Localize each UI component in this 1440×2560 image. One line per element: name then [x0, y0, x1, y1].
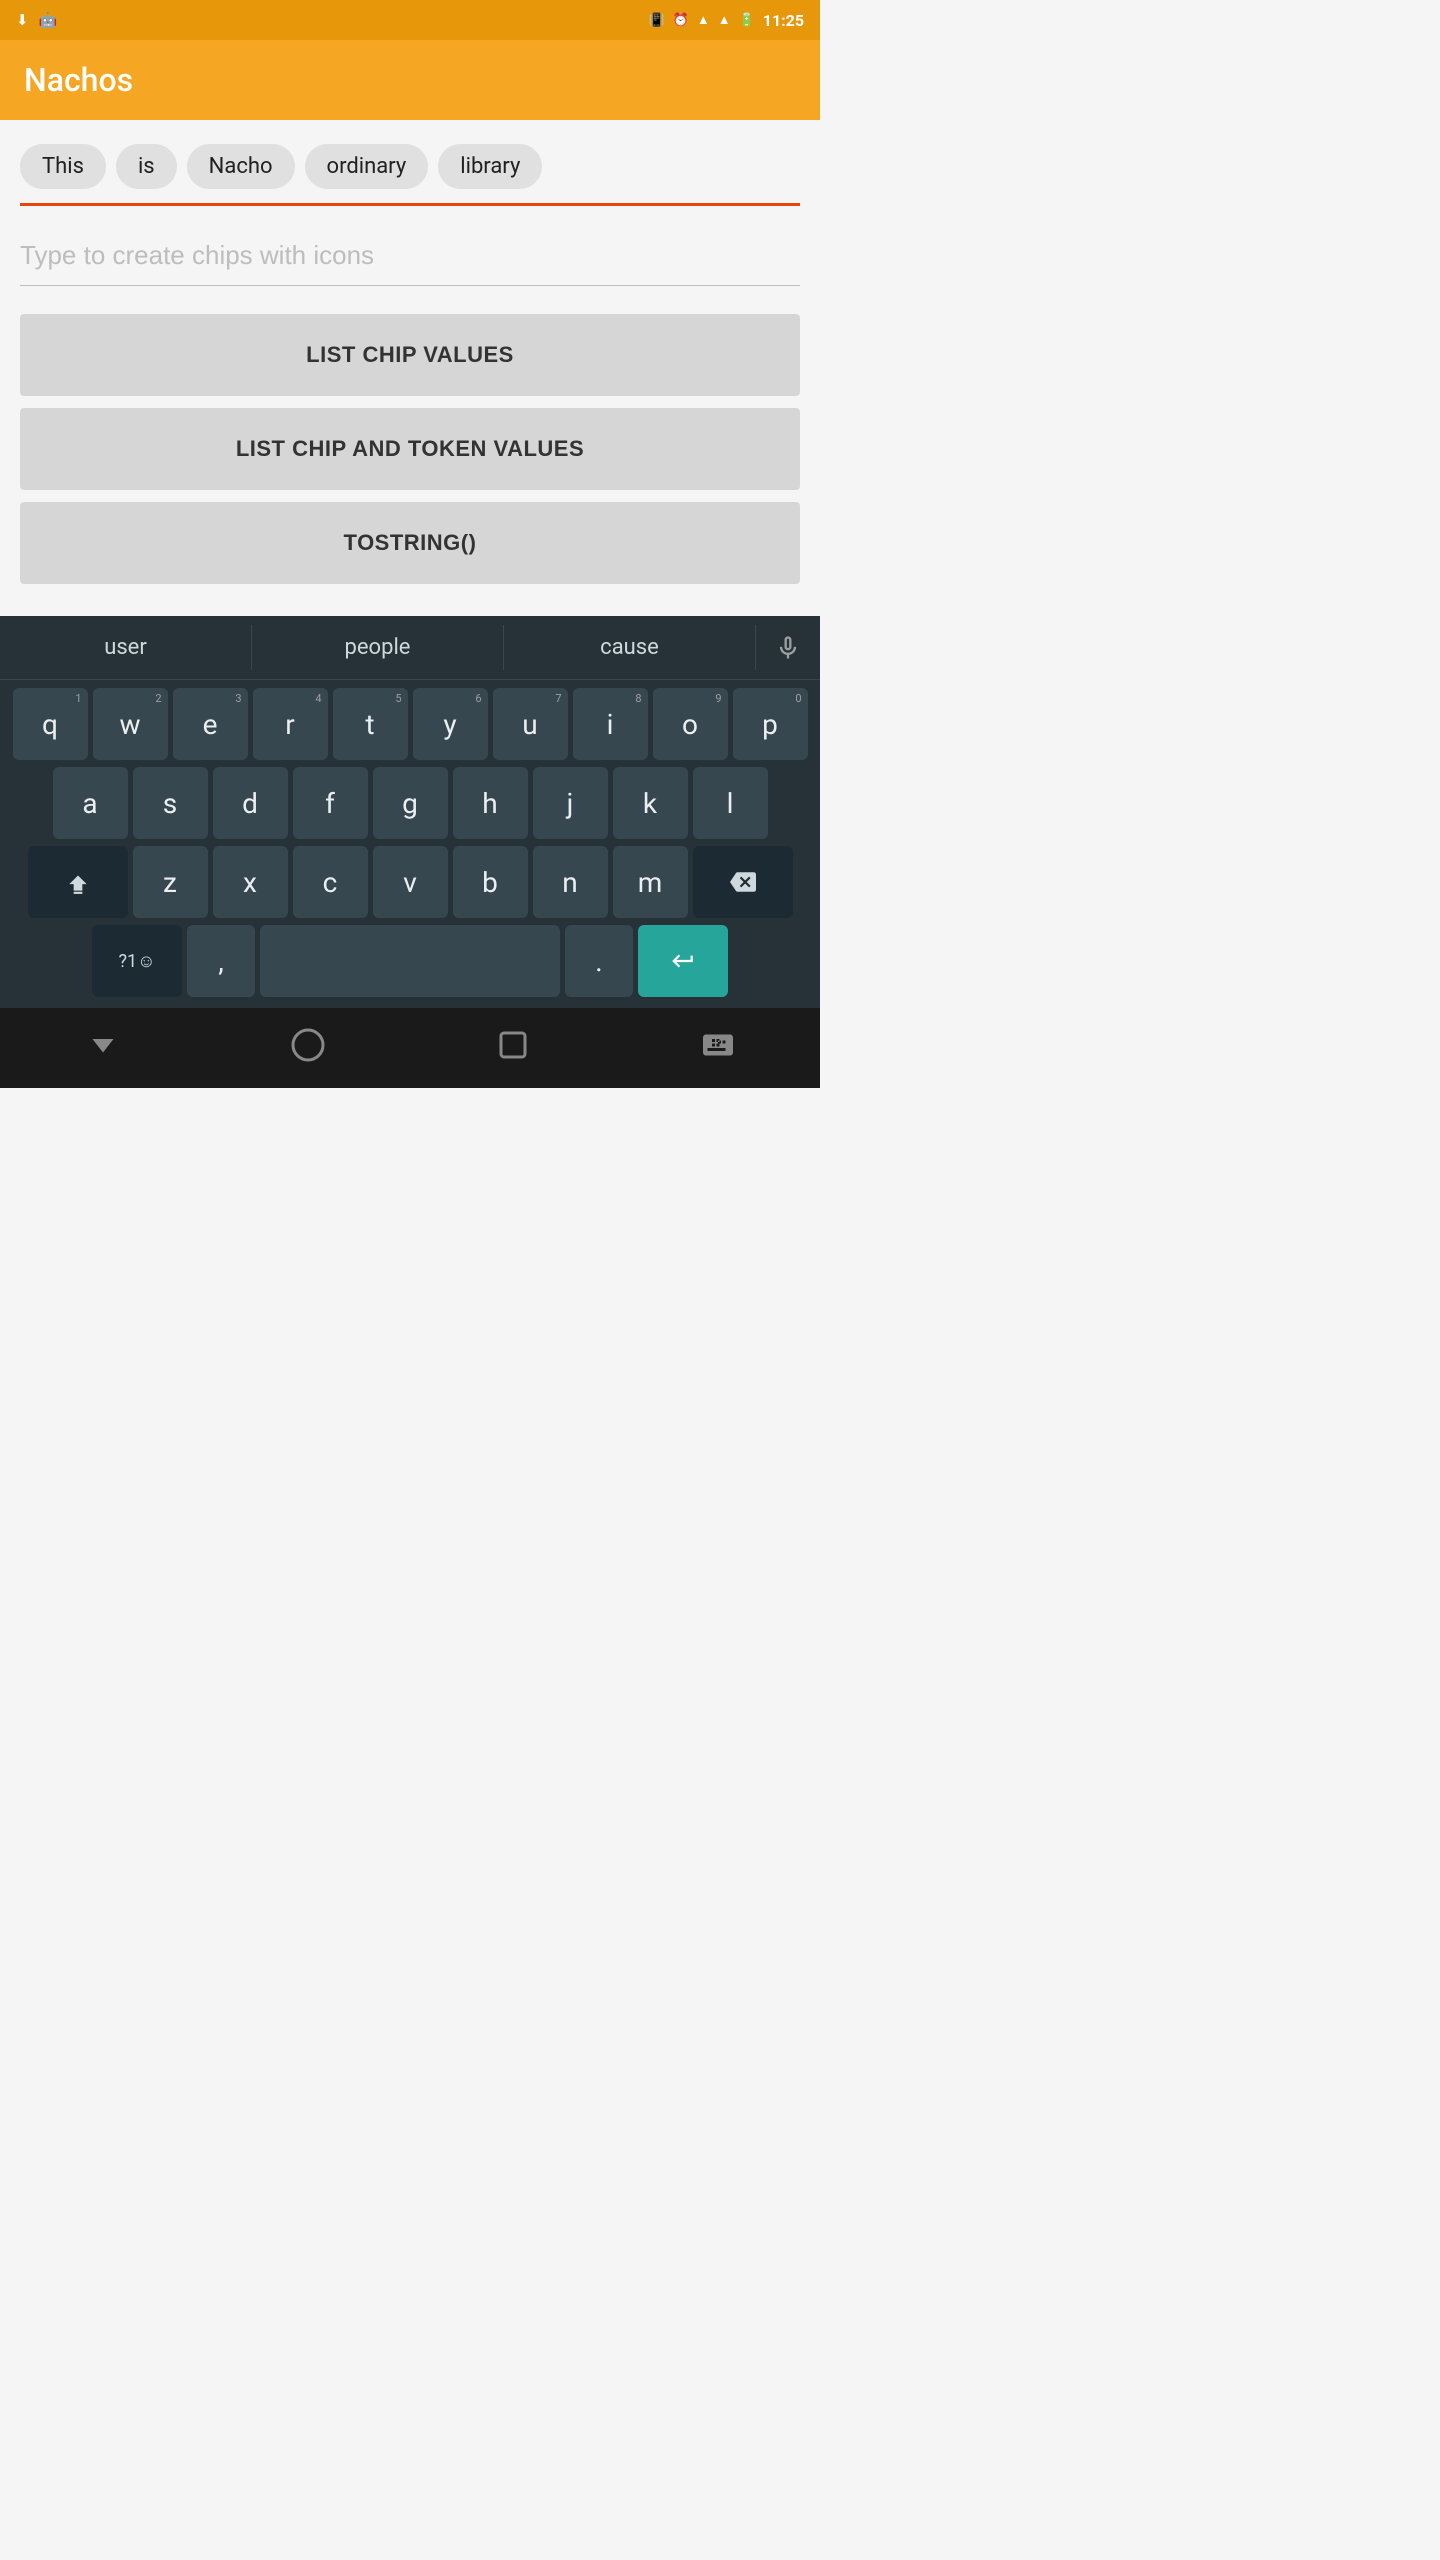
app-title: Nachos	[24, 61, 133, 99]
home-nav-button[interactable]	[290, 1027, 326, 1070]
content-area: This is Nacho ordinary library LIST CHIP…	[0, 120, 820, 616]
chip-this[interactable]: This	[20, 144, 106, 189]
key-r[interactable]: 4r	[253, 688, 328, 760]
status-bar-left: ⬇ 🤖	[16, 11, 57, 29]
app-bar: Nachos	[0, 40, 820, 120]
key-a[interactable]: a	[53, 767, 128, 839]
chip-library[interactable]: library	[438, 144, 542, 189]
key-n[interactable]: n	[533, 846, 608, 918]
keyboard-nav-button[interactable]	[700, 1027, 736, 1070]
suggestion-cause[interactable]: cause	[504, 625, 756, 670]
key-d[interactable]: d	[213, 767, 288, 839]
status-time: 11:25	[763, 11, 804, 30]
battery-icon: 🔋	[739, 13, 755, 28]
space-key[interactable]	[260, 925, 560, 997]
signal-icon: ▲	[718, 12, 731, 28]
input-section	[20, 234, 800, 286]
key-y[interactable]: 6y	[413, 688, 488, 760]
wifi-icon: ▲	[697, 12, 710, 28]
key-rows: 1q 2w 3e 4r 5t 6y 7u 8i 9o 0p a s d f g …	[0, 680, 820, 1008]
key-m[interactable]: m	[613, 846, 688, 918]
key-i[interactable]: 8i	[573, 688, 648, 760]
key-row-1: 1q 2w 3e 4r 5t 6y 7u 8i 9o 0p	[4, 688, 816, 760]
shift-key[interactable]	[28, 846, 128, 918]
chip-input[interactable]	[20, 234, 800, 277]
key-h[interactable]: h	[453, 767, 528, 839]
key-o[interactable]: 9o	[653, 688, 728, 760]
keyboard-suggestions-row: user people cause	[0, 616, 820, 680]
vibrate-icon: 📳	[648, 13, 664, 28]
comma-key[interactable]: ,	[187, 925, 255, 997]
key-w[interactable]: 2w	[93, 688, 168, 760]
key-l[interactable]: l	[693, 767, 768, 839]
backspace-key[interactable]	[693, 846, 793, 918]
keyboard: user people cause 1q 2w 3e 4r 5t 6y 7u 8…	[0, 616, 820, 1008]
key-p[interactable]: 0p	[733, 688, 808, 760]
suggestion-people[interactable]: people	[252, 625, 504, 670]
android-icon: 🤖	[39, 11, 58, 29]
key-s[interactable]: s	[133, 767, 208, 839]
period-key[interactable]: .	[565, 925, 633, 997]
suggestion-user[interactable]: user	[0, 625, 252, 670]
chip-ordinary[interactable]: ordinary	[305, 144, 429, 189]
key-z[interactable]: z	[133, 846, 208, 918]
chips-row: This is Nacho ordinary library	[20, 144, 800, 206]
mic-button[interactable]	[756, 634, 820, 662]
enter-key[interactable]	[638, 925, 728, 997]
key-b[interactable]: b	[453, 846, 528, 918]
key-t[interactable]: 5t	[333, 688, 408, 760]
key-g[interactable]: g	[373, 767, 448, 839]
key-f[interactable]: f	[293, 767, 368, 839]
key-c[interactable]: c	[293, 846, 368, 918]
recent-nav-button[interactable]	[495, 1027, 531, 1070]
key-x[interactable]: x	[213, 846, 288, 918]
back-nav-button[interactable]	[85, 1027, 121, 1070]
key-row-3: z x c v b n m	[4, 846, 816, 918]
chip-is[interactable]: is	[116, 144, 177, 189]
chip-nacho[interactable]: Nacho	[187, 144, 295, 189]
list-chip-values-button[interactable]: LIST CHIP VALUES	[20, 314, 800, 396]
key-e[interactable]: 3e	[173, 688, 248, 760]
key-q[interactable]: 1q	[13, 688, 88, 760]
status-bar-right: 📳 ⏰ ▲ ▲ 🔋 11:25	[648, 11, 804, 30]
key-j[interactable]: j	[533, 767, 608, 839]
list-chip-token-values-button[interactable]: LIST CHIP AND TOKEN VALUES	[20, 408, 800, 490]
key-u[interactable]: 7u	[493, 688, 568, 760]
key-row-2: a s d f g h j k l	[4, 767, 816, 839]
tostring-button[interactable]: TOSTRING()	[20, 502, 800, 584]
key-k[interactable]: k	[613, 767, 688, 839]
download-icon: ⬇	[16, 11, 29, 29]
status-bar: ⬇ 🤖 📳 ⏰ ▲ ▲ 🔋 11:25	[0, 0, 820, 40]
alarm-icon: ⏰	[673, 13, 689, 28]
symbols-key[interactable]: ?1☺	[92, 925, 182, 997]
nav-bar	[0, 1008, 820, 1088]
key-v[interactable]: v	[373, 846, 448, 918]
key-row-4: ?1☺ , .	[4, 925, 816, 997]
